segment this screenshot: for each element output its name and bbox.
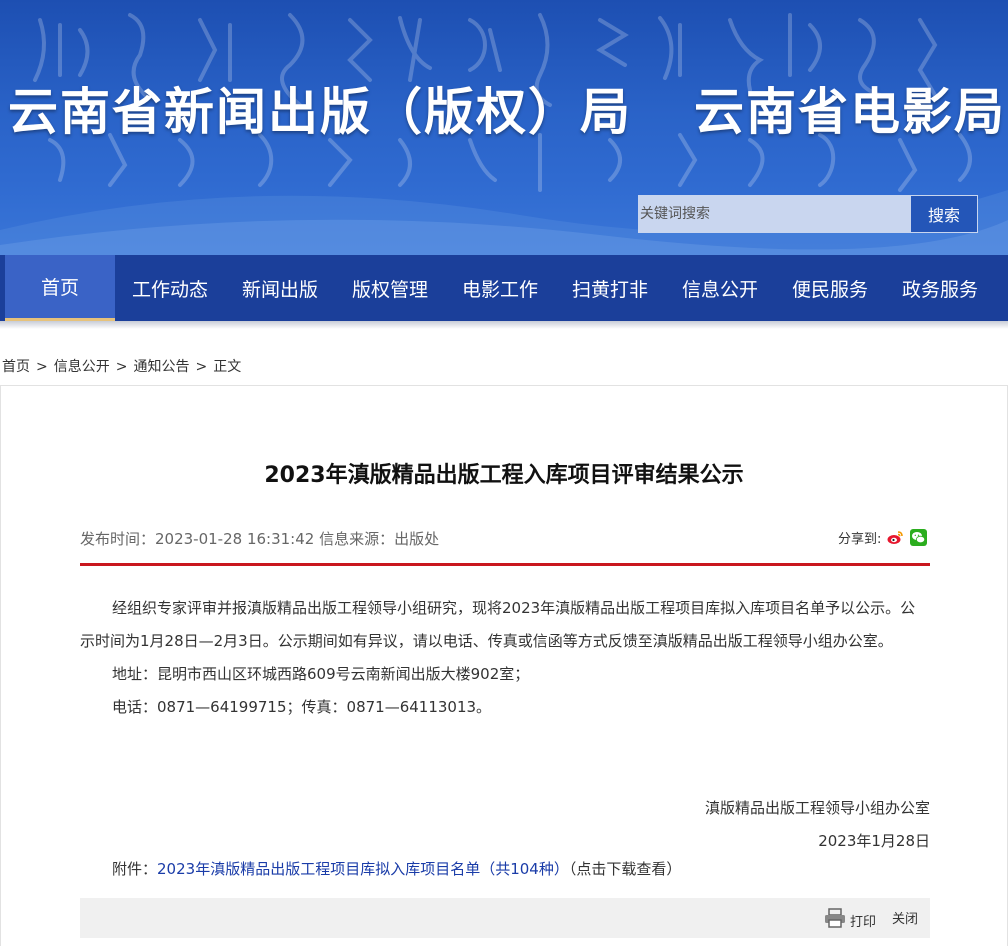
- nav-item-gov-service[interactable]: 政务服务: [885, 255, 995, 321]
- breadcrumb-notices[interactable]: 通知公告: [133, 359, 189, 375]
- attachment-link[interactable]: 2023年滇版精品出版工程项目库拟入库项目名单（共104种）: [157, 860, 569, 878]
- print-button[interactable]: 打印: [824, 908, 876, 932]
- breadcrumb-current: 正文: [213, 359, 242, 375]
- nav-item-home[interactable]: 首页: [5, 255, 115, 321]
- breadcrumb-separator: >: [195, 359, 208, 375]
- nav-item-film[interactable]: 电影工作: [445, 255, 555, 321]
- attachment-line: 附件：2023年滇版精品出版工程项目库拟入库项目名单（共104种）（点击下载查看…: [112, 858, 681, 879]
- attachment-hint: （点击下载查看）: [568, 860, 682, 878]
- breadcrumb-info-disclosure[interactable]: 信息公开: [54, 359, 110, 375]
- breadcrumb-home[interactable]: 首页: [2, 359, 30, 375]
- nav-item-anti-porn[interactable]: 扫黄打非: [555, 255, 665, 321]
- article-body: 经组织专家评审并报滇版精品出版工程领导小组研究，现将2023年滇版精品出版工程项…: [80, 592, 930, 724]
- article-meta: 发布时间：2023-01-28 16:31:42 信息来源：出版处: [80, 530, 440, 548]
- main-nav: 首页 工作动态 新闻出版 版权管理 电影工作 扫黄打非 信息公开 便民服务 政务…: [0, 255, 1008, 321]
- search-input[interactable]: [638, 195, 910, 233]
- search-button[interactable]: 搜索: [910, 195, 978, 233]
- signature-date: 2023年1月28日: [818, 832, 930, 850]
- site-title-left: 云南省新闻出版（版权）局: [8, 83, 632, 141]
- wechat-icon[interactable]: [910, 529, 928, 546]
- share-bar: 分享到:: [838, 528, 928, 547]
- site-title: 云南省新闻出版（版权）局 云南省电影局: [8, 72, 1006, 144]
- nav-item-publishing[interactable]: 新闻出版: [225, 255, 335, 321]
- header-banner: 云南省新闻出版（版权）局 云南省电影局 搜索: [0, 0, 1008, 255]
- title-divider: [80, 563, 930, 566]
- article-title: 2023年滇版精品出版工程入库项目评审结果公示: [264, 463, 744, 488]
- search-box: 搜索: [638, 195, 978, 233]
- printer-icon: [824, 908, 846, 932]
- nav-item-work-news[interactable]: 工作动态: [115, 255, 225, 321]
- signature-block: 滇版精品出版工程领导小组办公室 2023年1月28日: [80, 792, 930, 858]
- breadcrumb-separator: >: [36, 359, 48, 375]
- phone-line: 电话：0871—64199715；传真：0871—64113013。: [112, 698, 492, 716]
- close-label: 关闭: [892, 912, 919, 927]
- breadcrumb-separator: >: [115, 359, 128, 375]
- body-paragraph: 经组织专家评审并报滇版精品出版工程领导小组研究，现将2023年滇版精品出版工程项…: [80, 599, 916, 650]
- nav-shadow: [0, 321, 1008, 329]
- weibo-icon[interactable]: [887, 529, 904, 546]
- article-toolbar: 打印 关闭: [80, 898, 930, 938]
- nav-item-public-service[interactable]: 便民服务: [775, 255, 885, 321]
- attachment-label: 附件：: [112, 860, 158, 878]
- site-title-right: 云南省电影局: [694, 83, 1006, 141]
- breadcrumb: 首页 > 信息公开 > 通知公告 > 正文: [2, 356, 241, 376]
- share-label: 分享到:: [838, 532, 882, 547]
- signature-org: 滇版精品出版工程领导小组办公室: [704, 799, 930, 817]
- nav-item-copyright[interactable]: 版权管理: [335, 255, 445, 321]
- nav-item-info-disclosure[interactable]: 信息公开: [665, 255, 775, 321]
- close-button[interactable]: 关闭: [892, 908, 918, 927]
- address-line: 地址：昆明市西山区环城西路609号云南新闻出版大楼902室；: [112, 665, 530, 683]
- print-label: 打印: [850, 914, 877, 930]
